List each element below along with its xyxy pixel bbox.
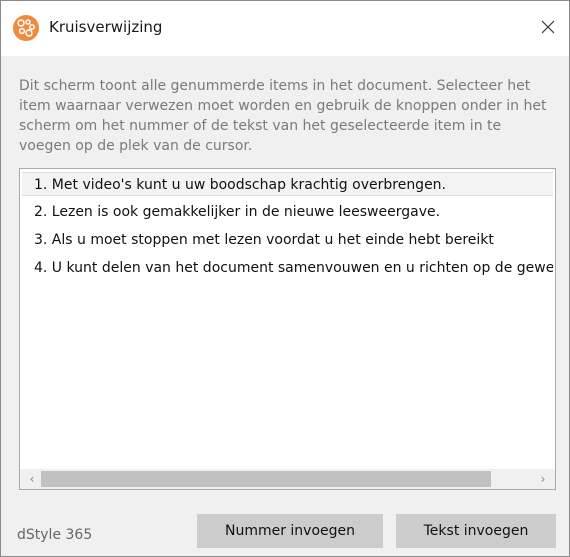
- window-title: Kruisverwijzing: [49, 18, 163, 36]
- list-item[interactable]: 2. Lezen is ook gemakkelijker in de nieu…: [22, 200, 553, 224]
- dialog-content: Dit scherm toont alle genummerde items i…: [1, 56, 569, 556]
- list-item[interactable]: 4. U kunt delen van het document samenvo…: [22, 256, 553, 280]
- insert-text-button[interactable]: Tekst invoegen: [396, 514, 556, 548]
- close-icon: [541, 20, 555, 34]
- horizontal-scrollbar[interactable]: ‹ ›: [20, 469, 555, 489]
- scrollbar-thumb[interactable]: [41, 471, 491, 487]
- scroll-right-icon[interactable]: ›: [533, 469, 553, 489]
- insert-number-button[interactable]: Nummer invoegen: [197, 514, 383, 548]
- list-item[interactable]: 1. Met video's kunt u uw boodschap krach…: [22, 172, 553, 196]
- numbered-items-list[interactable]: 1. Met video's kunt u uw boodschap krach…: [19, 168, 556, 490]
- instruction-text: Dit scherm toont alle genummerde items i…: [19, 78, 547, 154]
- dstyle-logo-icon: [13, 15, 39, 41]
- list-item[interactable]: 3. Als u moet stoppen met lezen voordat …: [22, 228, 553, 252]
- close-button[interactable]: [533, 13, 563, 41]
- title-bar: Kruisverwijzing: [1, 1, 569, 56]
- cross-reference-dialog: Kruisverwijzing Dit scherm toont alle ge…: [0, 0, 570, 557]
- scroll-left-icon[interactable]: ‹: [22, 469, 42, 489]
- brand-label: dStyle 365: [17, 527, 93, 543]
